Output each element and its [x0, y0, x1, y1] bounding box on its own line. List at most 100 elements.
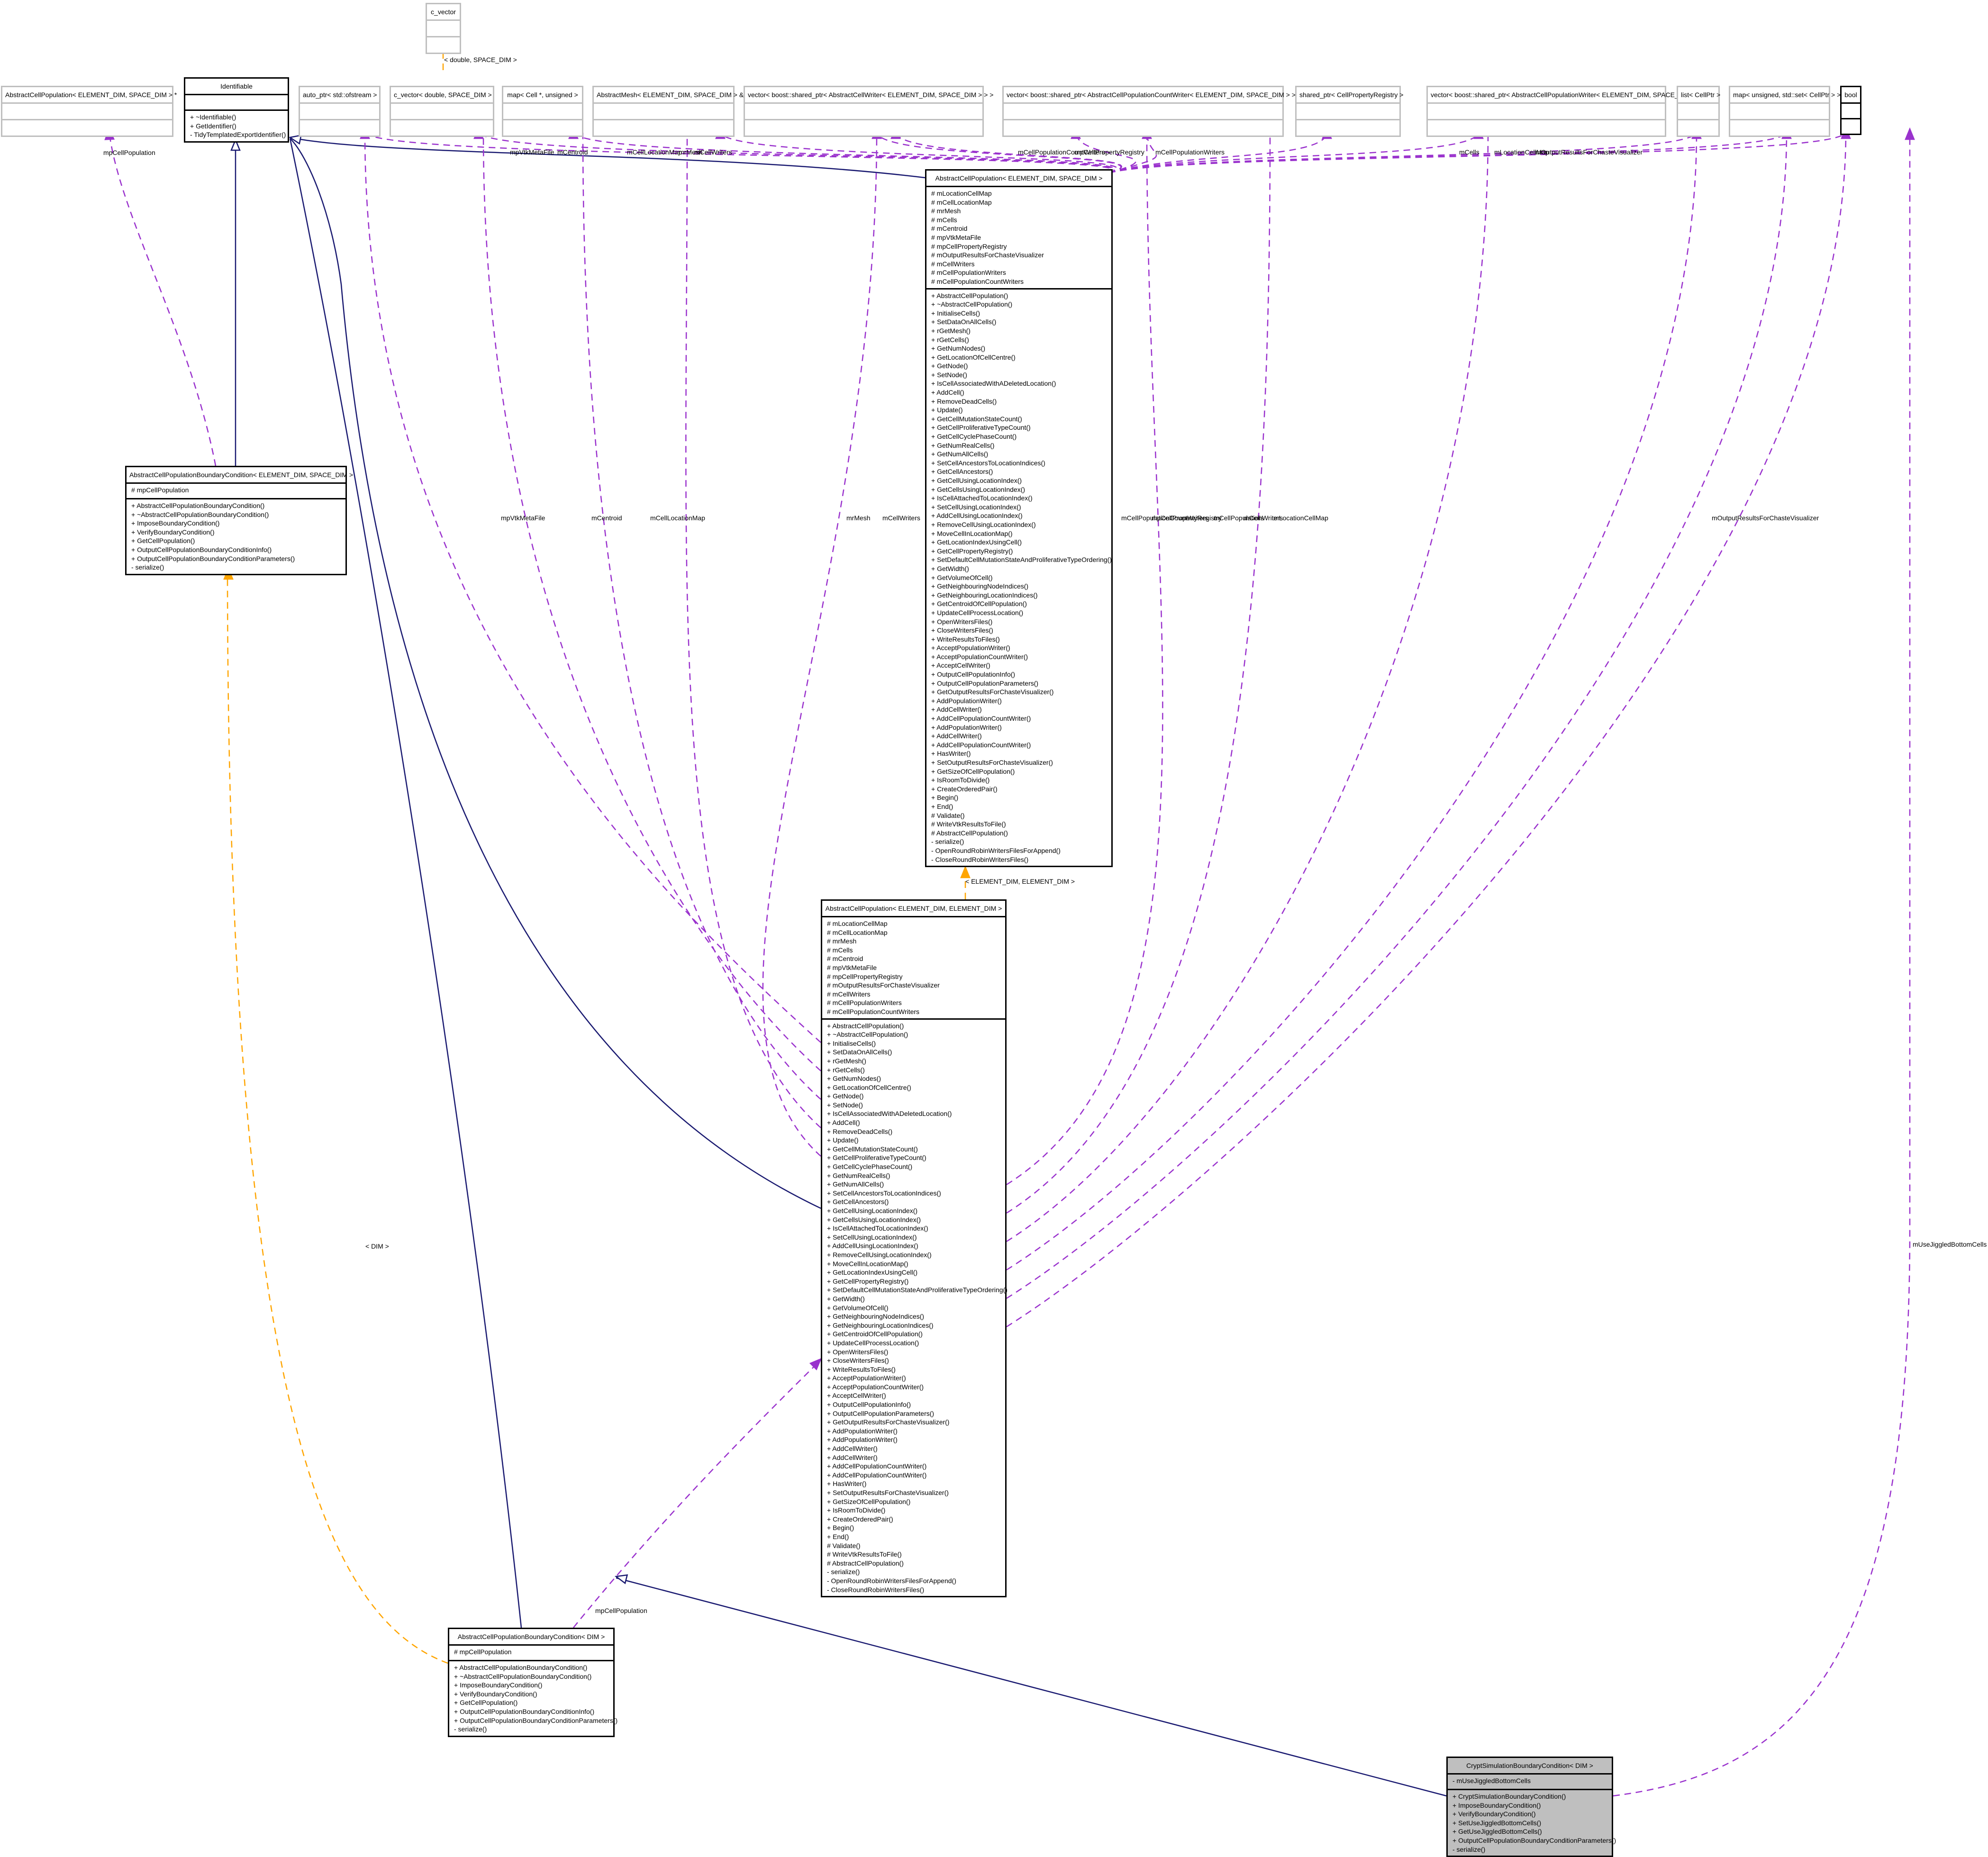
- class-attributes: [1842, 104, 1860, 119]
- class-map-unsigned-set-cellptr[interactable]: map< unsigned, std::set< CellPtr > >: [1729, 86, 1841, 137]
- method: + SetDataOnAllCells(): [827, 1048, 892, 1056]
- class-methods: + AbstractCellPopulationBoundaryConditio…: [127, 499, 345, 574]
- method: + GetLocationOfCellCentre(): [931, 353, 1016, 361]
- method: + GetWidth(): [931, 564, 969, 572]
- class-bool[interactable]: bool: [1840, 86, 1861, 135]
- class-c-vector-double[interactable]: c_vector< double, SPACE_DIM >: [390, 86, 494, 137]
- class-abstract-cell-population-element-space[interactable]: AbstractCellPopulation< ELEMENT_DIM, SPA…: [925, 169, 1113, 868]
- method: + GetCellCyclePhaseCount(): [827, 1163, 913, 1171]
- edge-label-mcellwriters-mid: mCellWriters: [882, 514, 920, 522]
- attribute: # mCellWriters: [827, 990, 871, 998]
- class-methods: [391, 120, 493, 136]
- class-abstract-cell-population-pointer[interactable]: AbstractCellPopulation< ELEMENT_DIM, SPA…: [1, 86, 177, 137]
- method: + GetCellProliferativeTypeCount(): [827, 1154, 926, 1162]
- method: - CloseRoundRobinWritersFiles(): [827, 1585, 925, 1594]
- method: + AddCell(): [827, 1119, 860, 1127]
- class-vector-count-writer[interactable]: vector< boost::shared_ptr< AbstractCellP…: [1002, 86, 1301, 137]
- method: + CreateOrderedPair(): [827, 1515, 893, 1523]
- class-attributes: [594, 104, 733, 120]
- method: + rGetCells(): [827, 1066, 865, 1074]
- class-identifiable[interactable]: Identifiable + ~Identifiable() + GetIdenti…: [184, 77, 289, 143]
- method: - CloseRoundRobinWritersFiles(): [931, 855, 1029, 863]
- edge-label-mcelllocationmap-mid: mCellLocationMap: [650, 514, 705, 522]
- method: + ~AbstractCellPopulation(): [931, 300, 1013, 308]
- class-auto-ptr-ofstream[interactable]: auto_ptr< std::ofstream >: [299, 86, 381, 137]
- method: + OpenWritersFiles(): [931, 617, 993, 625]
- method: + GetOutputResultsForChasteVisualizer(): [827, 1418, 950, 1426]
- method: + OutputCellPopulationBoundaryConditionP…: [1452, 1836, 1616, 1844]
- attribute: # mCellPopulationCountWriters: [931, 277, 1024, 285]
- usage-edge-mid-auto-ptr: [364, 132, 821, 1043]
- method: + OpenWritersFiles(): [827, 1348, 889, 1356]
- method: + RemoveDeadCells(): [931, 397, 997, 405]
- method: + SetCellAncestorsToLocationIndices(): [827, 1189, 941, 1197]
- method: + rGetMesh(): [931, 326, 971, 335]
- class-methods: [745, 120, 982, 136]
- class-abstract-cell-population-boundary-condition-dim[interactable]: AbstractCellPopulationBoundaryCondition<…: [448, 1628, 618, 1737]
- class-attributes: [1730, 104, 1829, 120]
- attribute: # mCellLocationMap: [827, 928, 888, 936]
- method: + SetCellUsingLocationIndex(): [931, 503, 1021, 511]
- attribute: # mpCellPopulation: [131, 486, 189, 494]
- method: + UpdateCellProcessLocation(): [827, 1339, 919, 1347]
- method: + OutputCellPopulationBoundaryConditionI…: [454, 1707, 595, 1715]
- edge-label-mlocationcellmap-mid: mLocationCellMap: [1273, 514, 1328, 522]
- class-map-cell-unsigned[interactable]: map< Cell *, unsigned >: [502, 86, 583, 137]
- edge-label-mpvtkmetafile-mid: mpVtkMetaFile: [501, 514, 545, 522]
- method: + SetNode(): [931, 371, 967, 379]
- edge-label-mcelllocationmap-top: mCellLocationMap: [627, 148, 682, 156]
- class-methods: + AbstractCellPopulation() + ~AbstractCel…: [822, 1020, 1008, 1596]
- class-c-vector[interactable]: c_vector: [426, 3, 461, 54]
- method: + AbstractCellPopulationBoundaryConditio…: [454, 1664, 588, 1671]
- attribute: # mCentroid: [827, 955, 863, 963]
- method: # AbstractCellPopulation(): [931, 829, 1008, 837]
- class-methods: + ~Identifiable() + GetIdentifier() - Tidy…: [185, 111, 288, 141]
- class-crypt-simulation-boundary-condition[interactable]: CryptSimulationBoundaryCondition< DIM > -…: [1446, 1757, 1616, 1857]
- method: + AcceptCellWriter(): [931, 661, 990, 670]
- method: + GetNumRealCells(): [827, 1171, 890, 1179]
- method: + GetCellAncestors(): [827, 1198, 889, 1206]
- attribute: # mOutputResultsForChasteVisualizer: [931, 251, 1044, 259]
- template-edge-acpbc: [227, 568, 448, 1664]
- method: + GetLocationOfCellCentre(): [827, 1083, 911, 1091]
- method: + GetCellUsingLocationIndex(): [931, 477, 1022, 484]
- method: + SetNode(): [827, 1101, 863, 1109]
- edge-label-c-vector-template: < double, SPACE_DIM >: [444, 56, 517, 63]
- class-vector-population-writer[interactable]: vector< boost::shared_ptr< AbstractCellP…: [1426, 86, 1708, 137]
- class-title: shared_ptr< CellPropertyRegistry >: [1297, 87, 1403, 104]
- attribute: # mCellWriters: [931, 260, 975, 268]
- method: + GetCellsUsingLocationIndex(): [827, 1215, 921, 1223]
- template-arrow-acp-ee: [960, 865, 971, 879]
- method: + Begin(): [827, 1524, 854, 1532]
- method: + ImposeBoundaryCondition(): [454, 1681, 543, 1689]
- method: + OutputCellPopulationBoundaryConditionP…: [454, 1716, 618, 1724]
- class-vector-abstract-cell-writer[interactable]: vector< boost::shared_ptr< AbstractCellW…: [744, 86, 993, 137]
- method: - serialize(): [1452, 1845, 1486, 1853]
- class-title: vector< boost::shared_ptr< AbstractCellW…: [745, 87, 993, 104]
- method: + AddPopulationWriter(): [827, 1436, 898, 1444]
- class-list-cellptr[interactable]: list< CellPtr >: [1677, 86, 1720, 137]
- method: + GetOutputResultsForChasteVisualizer(): [931, 688, 1054, 696]
- class-shared-ptr-cell-property-registry[interactable]: shared_ptr< CellPropertyRegistry >: [1295, 86, 1403, 137]
- class-abstract-cell-population-element-element[interactable]: AbstractCellPopulation< ELEMENT_DIM, ELE…: [821, 899, 1008, 1598]
- method: # Validate(): [931, 811, 965, 819]
- method: + GetLocationIndexUsingCell(): [931, 538, 1022, 546]
- method: + WriteResultsToFiles(): [931, 635, 1000, 643]
- method: + AddCellPopulationCountWriter(): [827, 1462, 927, 1470]
- attribute: # mpVtkMetaFile: [827, 963, 877, 971]
- method: + GetCellUsingLocationIndex(): [827, 1207, 918, 1214]
- class-abstract-mesh-ref[interactable]: AbstractMesh< ELEMENT_DIM, SPACE_DIM > &: [592, 86, 744, 137]
- method: + GetUseJiggledBottomCells(): [1452, 1828, 1542, 1836]
- method: + GetSizeOfCellPopulation(): [827, 1497, 911, 1505]
- class-abstract-cell-population-boundary-condition-element-space[interactable]: AbstractCellPopulationBoundaryCondition<…: [125, 466, 353, 575]
- edge-label-mpcellpropertyregistry-top: mpCellPropertyRegistry: [1074, 148, 1144, 156]
- class-title: AbstractCellPopulation< ELEMENT_DIM, SPA…: [926, 171, 1111, 187]
- method: + GetNumAllCells(): [827, 1180, 884, 1188]
- class-title: auto_ptr< std::ofstream >: [300, 87, 379, 104]
- attribute: # mCells: [827, 946, 853, 954]
- class-methods: [503, 120, 582, 136]
- class-methods: [594, 120, 733, 136]
- class-title: AbstractCellPopulationBoundaryCondition<…: [127, 467, 353, 484]
- method: + AddCellPopulationCountWriter(): [931, 715, 1031, 723]
- inherit-edge-acp-identifiable: [290, 136, 926, 179]
